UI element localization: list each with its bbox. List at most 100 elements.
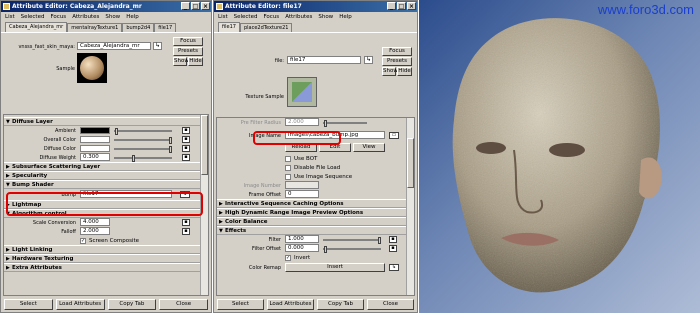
diffuse-weight-slider[interactable]	[114, 155, 172, 162]
tab-mentalray-texture[interactable]: mentalrayTexture1	[67, 23, 123, 32]
ambient-map-icon[interactable]: ▪	[182, 127, 190, 134]
tab-file[interactable]: file17	[218, 22, 240, 32]
ambient-color-swatch[interactable]	[80, 127, 110, 134]
load-attributes-button[interactable]: Load Attributes	[55, 299, 105, 310]
invert-checkbox[interactable]: ✓	[285, 255, 291, 261]
diffuse-weight-field[interactable]: 0.300	[80, 153, 110, 161]
node-name-field[interactable]: Cabeza_Alejandra_mr	[77, 42, 151, 50]
falloff-map-icon[interactable]: ▪	[182, 228, 190, 235]
close-button[interactable]: Close	[159, 299, 208, 310]
menu-help[interactable]: Help	[339, 12, 352, 22]
image-number-field[interactable]	[285, 181, 319, 189]
insert-button[interactable]: Insert	[285, 263, 385, 272]
filter-slider[interactable]	[323, 237, 381, 244]
scale-conversion-map-icon[interactable]: ▪	[182, 219, 190, 226]
focus-button[interactable]: Focus	[173, 37, 203, 46]
ambient-slider[interactable]	[114, 128, 172, 135]
filter-field[interactable]: 1.000	[285, 235, 319, 243]
select-button[interactable]: Select	[217, 299, 264, 310]
tab-file[interactable]: file17	[154, 23, 177, 32]
menu-attributes[interactable]: Attributes	[285, 12, 312, 22]
filter-offset-slider[interactable]	[323, 246, 381, 253]
go-to-input-icon[interactable]: ↳	[364, 56, 373, 64]
section-color-balance[interactable]: ▶ Color Balance	[217, 217, 414, 226]
section-interactive-sequence[interactable]: ▶ Interactive Sequence Caching Options	[217, 199, 414, 208]
pre-filter-radius-slider[interactable]	[323, 120, 367, 127]
bottom-buttons: Select Load Attributes Copy Tab Close	[217, 299, 414, 310]
scale-conversion-field[interactable]: 4.000	[80, 218, 110, 226]
scrollbar-thumb[interactable]	[201, 115, 208, 175]
node-name-field[interactable]: file17	[287, 56, 361, 64]
diffuse-color-row: Diffuse Color ▪	[4, 144, 208, 153]
screen-composite-checkbox[interactable]: ✓	[80, 238, 86, 244]
overall-color-slider[interactable]	[114, 137, 172, 144]
menu-list[interactable]: List	[218, 12, 228, 22]
color-remap-go-to-icon[interactable]: ↳	[389, 264, 399, 271]
close-icon[interactable]: ×	[407, 2, 416, 10]
overall-color-map-icon[interactable]: ▪	[182, 136, 190, 143]
menu-selected[interactable]: Selected	[21, 12, 45, 22]
disable-file-load-checkbox[interactable]	[285, 165, 291, 171]
diffuse-color-map-icon[interactable]: ▪	[182, 145, 190, 152]
view-button[interactable]: View	[353, 143, 385, 152]
section-light-linking[interactable]: ▶ Light Linking	[4, 245, 208, 254]
diffuse-color-label: Diffuse Color	[43, 146, 76, 152]
copy-tab-button[interactable]: Copy Tab	[107, 299, 157, 310]
node-type-label: file:	[274, 58, 284, 64]
hide-button[interactable]: Hide	[188, 57, 203, 66]
menu-attributes[interactable]: Attributes	[72, 12, 99, 22]
minimize-icon[interactable]: _	[387, 2, 396, 10]
diffuse-color-slider[interactable]	[114, 146, 172, 153]
menu-selected[interactable]: Selected	[234, 12, 258, 22]
pre-filter-radius-field[interactable]: 2.000	[285, 118, 319, 126]
menu-help[interactable]: Help	[126, 12, 139, 22]
frame-offset-field[interactable]: 0	[285, 190, 319, 198]
vertical-scrollbar[interactable]	[406, 118, 414, 295]
go-to-input-icon[interactable]: ↳	[153, 42, 162, 50]
show-button[interactable]: Show	[173, 57, 189, 66]
section-hardware-texturing[interactable]: ▶ Hardware Texturing	[4, 254, 208, 263]
overall-color-swatch[interactable]	[80, 136, 110, 143]
tab-place2d-texture[interactable]: place2dTexture21	[239, 23, 293, 32]
filter-offset-map-icon[interactable]: ▪	[389, 245, 397, 252]
section-subsurface-scattering[interactable]: ▶ Subsurface Scattering Layer	[4, 162, 208, 171]
menu-list[interactable]: List	[5, 12, 15, 22]
title-bar[interactable]: Attribute Editor: file17 _ □ ×	[214, 1, 417, 12]
minimize-icon[interactable]: _	[181, 2, 190, 10]
falloff-field[interactable]: 2.000	[80, 227, 110, 235]
section-diffuse-layer[interactable]: ▼ Diffuse Layer	[4, 117, 208, 126]
maximize-icon[interactable]: □	[191, 2, 200, 10]
scrollbar-thumb[interactable]	[407, 138, 414, 188]
select-button[interactable]: Select	[4, 299, 53, 310]
section-bump-shader[interactable]: ▼ Bump Shader	[4, 180, 208, 189]
show-button[interactable]: Show	[382, 67, 398, 76]
diffuse-weight-map-icon[interactable]: ▪	[182, 154, 190, 161]
section-effects[interactable]: ▼ Effects	[217, 226, 414, 235]
hide-button[interactable]: Hide	[397, 67, 412, 76]
copy-tab-button[interactable]: Copy Tab	[317, 299, 364, 310]
menu-show[interactable]: Show	[318, 12, 333, 22]
title-bar[interactable]: Attribute Editor: Cabeza_Alejandra_mr _ …	[1, 1, 211, 12]
presets-button[interactable]: Presets	[382, 57, 412, 66]
section-specularity[interactable]: ▶ Specularity	[4, 171, 208, 180]
menu-focus[interactable]: Focus	[50, 12, 66, 22]
focus-button[interactable]: Focus	[382, 47, 412, 56]
tab-shader[interactable]: Cabeza_Alejandra_mr	[5, 22, 68, 32]
filter-offset-field[interactable]: 0.000	[285, 244, 319, 252]
filter-map-icon[interactable]: ▪	[389, 236, 397, 243]
close-icon[interactable]: ×	[201, 2, 210, 10]
tab-bump2d[interactable]: bump2d4	[122, 23, 155, 32]
close-button[interactable]: Close	[367, 299, 414, 310]
load-attributes-button[interactable]: Load Attributes	[267, 299, 314, 310]
section-extra-attributes[interactable]: ▶ Extra Attributes	[4, 263, 208, 272]
menu-show[interactable]: Show	[105, 12, 120, 22]
presets-button[interactable]: Presets	[173, 47, 203, 56]
maximize-icon[interactable]: □	[397, 2, 406, 10]
diffuse-color-swatch[interactable]	[80, 145, 110, 152]
section-hdr-preview[interactable]: ▶ High Dynamic Range Image Preview Option…	[217, 208, 414, 217]
use-bot-checkbox[interactable]	[285, 156, 291, 162]
folder-browse-icon[interactable]: ▭	[389, 132, 399, 139]
use-image-sequence-checkbox[interactable]	[285, 174, 291, 180]
menu-focus[interactable]: Focus	[263, 12, 279, 22]
right-eye	[549, 143, 585, 157]
